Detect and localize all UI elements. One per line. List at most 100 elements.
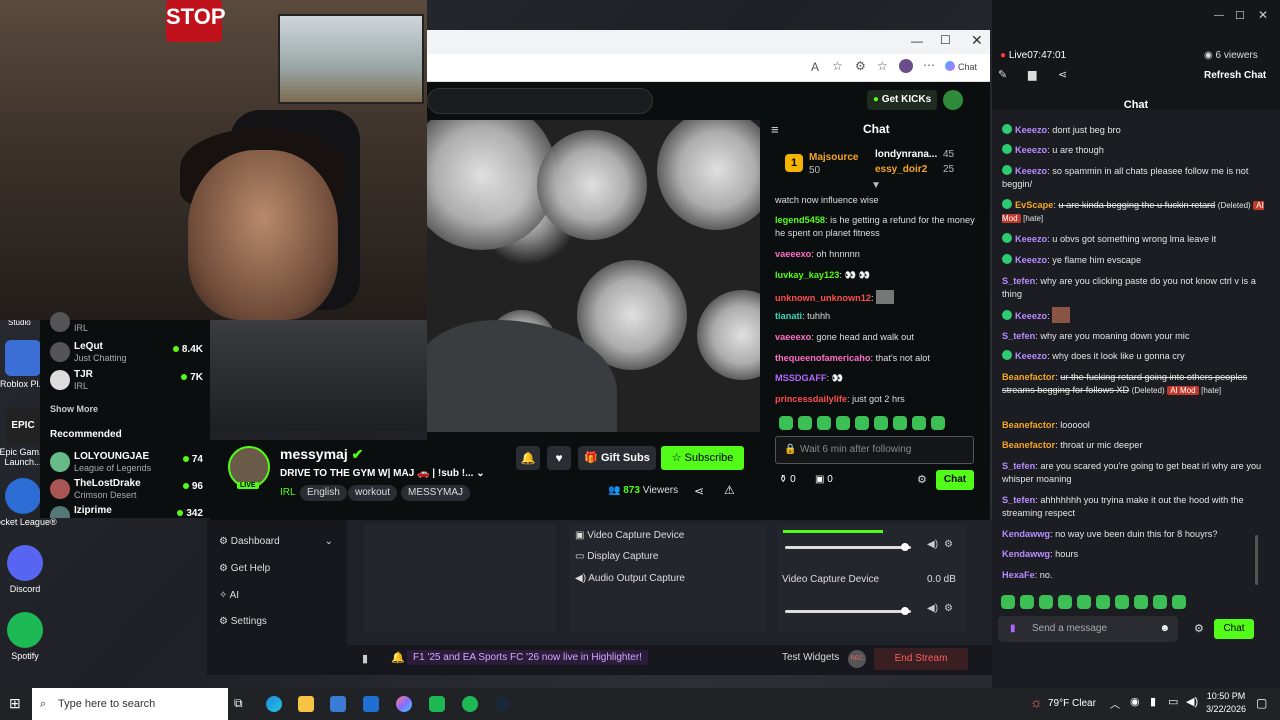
notification-icon[interactable]: ▢ [1256, 696, 1267, 710]
discord-icon[interactable]: Discord [0, 545, 60, 594]
close-icon[interactable]: ✕ [971, 32, 983, 49]
chat-user[interactable]: Beanefactor [1002, 420, 1055, 430]
tag[interactable]: workout [348, 485, 398, 501]
task-view-icon[interactable]: ⧉ [234, 696, 243, 711]
chat-user[interactable]: legend5458 [775, 215, 825, 225]
share-icon[interactable]: ⋖ [1058, 68, 1067, 81]
chat-user[interactable]: vaeeexo [775, 332, 811, 342]
show-more-link[interactable]: Show More [50, 404, 98, 414]
emote-bar[interactable] [779, 416, 950, 433]
network-icon[interactable]: ▭ [1168, 695, 1178, 708]
sidebar-channel[interactable]: LOLYOUNGJAE League of Legends 74 [50, 450, 205, 476]
tag[interactable]: English [300, 485, 347, 501]
chat-settings-icon[interactable]: ⚙ [917, 473, 927, 486]
chat-user[interactable]: Beanefactor [1002, 372, 1055, 382]
chat-user[interactable]: Keeezo [1015, 166, 1047, 176]
category-tag[interactable]: IRL [280, 485, 296, 501]
share-icon[interactable]: ⋖ [694, 484, 704, 498]
folder-icon[interactable]: ▆ [1028, 68, 1036, 81]
source-item[interactable]: ▭ Display Capture [575, 551, 658, 562]
copilot-chat-button[interactable]: Chat [945, 61, 977, 72]
volume-knob[interactable] [900, 543, 909, 551]
kick-chat-input[interactable]: 🔒 Wait 6 min after following [775, 436, 974, 464]
nav-dashboard[interactable]: ⚙ Dashboard ⌄ [219, 536, 339, 547]
maximize-icon[interactable]: ☐ [940, 33, 951, 47]
edge-icon[interactable] [266, 696, 282, 712]
minimize-icon[interactable]: — [911, 34, 923, 48]
streamer-name[interactable]: messymaj ✔ [280, 446, 363, 463]
end-stream-button[interactable]: End Stream [874, 648, 968, 670]
chat-user[interactable]: Keeezo [1015, 255, 1047, 265]
store-icon[interactable] [330, 696, 346, 712]
chat-user[interactable]: HexaFe [1002, 570, 1035, 580]
nav-settings[interactable]: ⚙ Settings [219, 616, 267, 627]
rec-button[interactable]: REC [848, 650, 866, 668]
get-kicks-button[interactable]: ● Get KICKs [867, 90, 937, 110]
volume-slider[interactable] [785, 607, 911, 615]
tray-app-icon[interactable]: ◉ [1130, 695, 1140, 708]
sidebar-channel[interactable]: LeQut Just Chatting 8.4K [50, 340, 205, 366]
sidebar-channel[interactable]: TJR IRL 7K [50, 368, 205, 394]
kick-chat-send-button[interactable]: Chat [936, 470, 974, 490]
chat-user[interactable]: Keeezo [1015, 145, 1047, 155]
collapse-chat-icon[interactable]: ≡ [771, 122, 779, 137]
spotify-icon[interactable]: Spotify [0, 612, 60, 661]
chat-user[interactable]: Kendawwg [1002, 549, 1050, 559]
chat-user[interactable]: thequeenofamericaho [775, 353, 870, 363]
leaderboard-name[interactable]: londynrana... [875, 149, 937, 160]
chat-user[interactable]: S_tefen [1002, 331, 1035, 341]
chat-send-button[interactable]: Chat [1214, 619, 1254, 639]
subscribe-button[interactable]: ☆ Subscribe [661, 446, 744, 470]
nav-get-help[interactable]: ⚙ Get Help [219, 563, 270, 574]
chat-user[interactable]: EvScape [1015, 200, 1053, 210]
nav-ai[interactable]: ✧ AI [219, 590, 239, 601]
volume-knob[interactable] [900, 607, 909, 615]
leaderboard-name[interactable]: Majsource [809, 152, 858, 163]
tray-chevron-icon[interactable]: ︿ [1110, 696, 1120, 711]
stream-video[interactable] [427, 120, 760, 432]
steam-icon[interactable] [494, 696, 510, 712]
emote-bar[interactable] [1001, 595, 1191, 612]
sidebar-channel[interactable]: TheLostDrake Crimson Desert 96 [50, 477, 205, 503]
chat-user[interactable]: S_tefen [1002, 461, 1035, 471]
clock-date[interactable]: 3/22/2026 [1206, 704, 1246, 714]
more-menu-icon[interactable]: ⋯ [923, 58, 935, 72]
chat-input[interactable]: ▮ Send a message ☻ [998, 616, 1178, 642]
bell-icon[interactable]: 🔔 [391, 651, 405, 664]
maximize-icon[interactable]: ☐ [1235, 9, 1245, 22]
news-banner[interactable]: F1 '25 and EA Sports FC '26 now live in … [407, 650, 648, 665]
chat-settings-icon[interactable]: ⚙ [1194, 622, 1204, 635]
windows-start-icon[interactable]: ⊞ [9, 695, 21, 712]
copilot-app-icon[interactable] [396, 696, 412, 712]
refresh-chat-button[interactable]: Refresh Chat [1204, 70, 1266, 81]
chat-user[interactable]: MSSDGAFF [775, 373, 827, 383]
close-icon[interactable]: ✕ [1258, 8, 1268, 22]
source-item[interactable]: ◀) Audio Output Capture [575, 573, 685, 584]
battery-icon[interactable]: ▮ [1150, 695, 1156, 708]
profile-avatar[interactable] [899, 59, 913, 73]
chat-user[interactable]: Keeezo [1015, 311, 1047, 321]
chat-user[interactable]: princessdailylife [775, 394, 847, 404]
gear-icon[interactable]: ⚙ [944, 539, 953, 550]
extensions-icon[interactable]: ⚙ [855, 59, 866, 73]
kick-search-input[interactable] [427, 88, 653, 114]
expand-leaderboard-icon[interactable]: ▼ [871, 180, 881, 191]
favorite-star-icon[interactable]: ☆ [832, 59, 843, 73]
chat-user[interactable]: Kendawwg [1002, 529, 1050, 539]
follow-heart-icon[interactable]: ♥ [547, 446, 571, 470]
chat-user[interactable]: Keeezo [1015, 351, 1047, 361]
chat-user[interactable]: S_tefen [1002, 495, 1035, 505]
chat-user[interactable]: S_tefen [1002, 276, 1035, 286]
source-item[interactable]: ▣ Video Capture Device [575, 530, 684, 541]
gift-subs-button[interactable]: 🎁 Gift Subs [578, 446, 656, 470]
test-widgets-button[interactable]: Test Widgets [782, 652, 839, 663]
volume-icon[interactable]: ◀) [1186, 695, 1198, 708]
notification-bell-icon[interactable]: 🔔 [516, 446, 540, 470]
mute-icon[interactable]: ◀) [927, 603, 938, 614]
taskbar-search-input[interactable]: ⌕ Type here to search [32, 688, 228, 720]
gear-icon[interactable]: ⚙ [944, 603, 953, 614]
read-aloud-icon[interactable]: A [811, 60, 819, 74]
chat-user[interactable]: tianati [775, 311, 802, 321]
edit-icon[interactable]: ✎ [998, 68, 1007, 81]
volume-slider[interactable] [785, 543, 911, 551]
